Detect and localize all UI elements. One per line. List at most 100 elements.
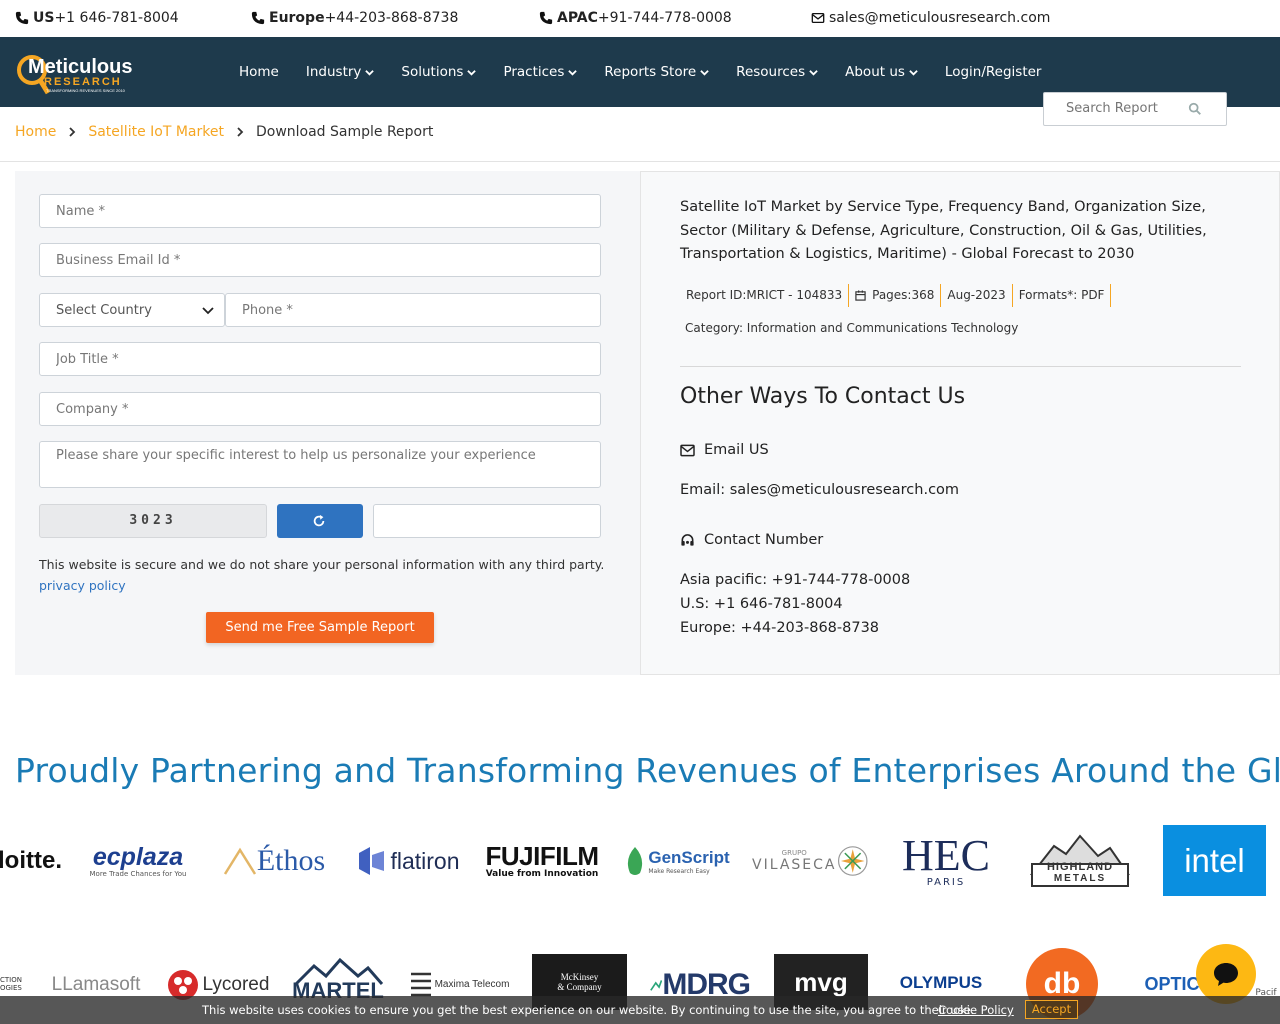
- email-us-label: Email US: [704, 442, 769, 458]
- nav-item-label: Industry: [305, 64, 362, 80]
- apac-label: APAC: [557, 10, 598, 26]
- report-id: Report ID:MRICT - 104833: [680, 284, 850, 307]
- vilaseca-star-icon: [837, 846, 868, 876]
- nav-item-label: Login/Register: [944, 64, 1042, 80]
- nav-item-label: Practices: [503, 64, 565, 80]
- contact-heading: Other Ways To Contact Us: [680, 384, 966, 409]
- nav-item-industry[interactable]: Industry: [306, 64, 375, 80]
- cookie-policy-link[interactable]: Cookie Policy: [938, 1003, 1014, 1017]
- breadcrumb-market[interactable]: Satellite IoT Market: [88, 124, 224, 140]
- contact-number-label: Contact Number: [704, 532, 824, 548]
- contact-asia[interactable]: Asia pacific: +91-744-778-0008: [680, 572, 910, 588]
- partner-logo-intel: intel: [1163, 825, 1266, 896]
- nav-item-label: Resources: [736, 64, 806, 80]
- contact-us[interactable]: U.S: +1 646-781-8004: [680, 596, 843, 612]
- search-report-box[interactable]: [1043, 92, 1227, 126]
- phone-icon: [15, 11, 29, 25]
- nav-item-label: Reports Store: [604, 64, 697, 80]
- report-meta: Report ID:MRICT - 104833 Pages:368 Aug-2…: [680, 284, 1112, 307]
- partners-title: Proudly Partnering and Transforming Reve…: [15, 751, 1280, 790]
- logo-name: Meticulous: [28, 56, 132, 78]
- headset-icon: [681, 533, 694, 546]
- report-title: Satellite IoT Market by Service Type, Fr…: [680, 199, 1207, 262]
- partner-logo-hec: HEC PARIS: [902, 830, 990, 888]
- europe-phone-number: +44-203-868-8738: [324, 10, 459, 26]
- chevron-down-icon: [467, 69, 477, 76]
- top-email-text: sales@meticulousresearch.com: [829, 10, 1051, 26]
- logo-tagline: TRANSFORMING REVENUES SINCE 2010: [46, 88, 126, 93]
- contact-email[interactable]: Email: sales@meticulousresearch.com: [680, 482, 959, 498]
- ethos-mark-icon: [223, 847, 256, 875]
- nav-item-reports-store[interactable]: Reports Store: [604, 64, 709, 80]
- us-phone-number: +1 646-781-8004: [54, 10, 179, 26]
- country-select[interactable]: Select Country: [39, 293, 225, 327]
- search-input[interactable]: [1066, 101, 1186, 116]
- top-contact-bar: US +1 646-781-8004 Europe +44-203-868-8738…: [0, 0, 1280, 37]
- interest-textarea[interactable]: [39, 441, 601, 488]
- top-email[interactable]: sales@meticulousresearch.com: [811, 10, 1050, 26]
- nav-item-label: Home: [239, 64, 279, 80]
- nav-item-solutions[interactable]: Solutions: [401, 64, 477, 80]
- logo-sub: RESEARCH: [44, 76, 122, 88]
- chevron-down-icon: [365, 69, 375, 76]
- nav-item-resources[interactable]: Resources: [736, 64, 818, 80]
- genscript-mark-icon: [628, 847, 643, 875]
- breadcrumb-home[interactable]: Home: [15, 124, 56, 140]
- refresh-icon: [313, 514, 325, 527]
- partner-logo-partial-left: CTION OGIES: [0, 976, 22, 992]
- phone-icon: [251, 11, 265, 25]
- report-date: Aug-2023: [941, 284, 1013, 307]
- captcha-input[interactable]: [373, 504, 601, 538]
- report-category: Category: Information and Communications…: [685, 321, 1019, 335]
- cookie-text: This website uses cookies to ensure you …: [202, 1003, 975, 1017]
- report-formats: Formats*: PDF: [1013, 284, 1112, 307]
- chevron-down-icon: [202, 307, 214, 315]
- breadcrumb-divider: [0, 161, 1280, 162]
- report-info-panel: Satellite IoT Market by Service Type, Fr…: [640, 171, 1280, 675]
- email-field[interactable]: [39, 243, 601, 277]
- nav-item-label: Solutions: [401, 64, 464, 80]
- nav-item-label: About us: [845, 64, 905, 80]
- send-sample-report-button[interactable]: Send me Free Sample Report: [206, 612, 434, 643]
- nav-item-login-register[interactable]: Login/Register: [945, 64, 1042, 80]
- captcha-code: 3023: [39, 504, 267, 538]
- partner-logo-highland-metals: HIGHLAND METALS: [1024, 829, 1136, 893]
- us-phone[interactable]: US +1 646-781-8004: [15, 10, 179, 26]
- europe-phone[interactable]: Europe +44-203-868-8738: [251, 10, 458, 26]
- search-icon[interactable]: [1188, 102, 1202, 116]
- partner-logo-fujifilm: FUJIFILM Value from Innovation: [485, 841, 600, 879]
- europe-label: Europe: [269, 10, 325, 26]
- nav-item-about-us[interactable]: About us: [845, 64, 918, 80]
- meticulous-logo[interactable]: Meticulous RESEARCH TRANSFORMING REVENUE…: [16, 47, 146, 99]
- captcha-refresh-button[interactable]: [277, 504, 363, 538]
- partner-logo-genscript: GenScript Make Research Easy: [620, 841, 732, 881]
- envelope-icon: [811, 12, 825, 24]
- job-title-field[interactable]: [39, 342, 601, 376]
- apac-phone-number: +91-744-778-0008: [597, 10, 732, 26]
- phone-field[interactable]: [225, 293, 601, 327]
- name-field[interactable]: [39, 194, 601, 228]
- country-select-value: Select Country: [56, 303, 152, 318]
- logo-mark: Meticulous RESEARCH TRANSFORMING REVENUE…: [17, 55, 132, 95]
- partner-logos-row-1: loitte. ecplaza More Trade Chances for Y…: [0, 825, 1280, 897]
- contact-europe[interactable]: Europe: +44-203-868-8738: [680, 620, 879, 636]
- flatiron-mark-icon: [359, 847, 385, 875]
- apac-phone[interactable]: APAC +91-744-778-0008: [539, 10, 732, 26]
- partner-logo-ecplaza: ecplaza More Trade Chances for You: [89, 843, 187, 878]
- chevron-down-icon: [568, 69, 578, 76]
- privacy-policy-link[interactable]: privacy policy: [39, 578, 126, 593]
- nav-item-practices[interactable]: Practices: [503, 64, 578, 80]
- chat-button[interactable]: [1196, 944, 1256, 1004]
- chevron-down-icon: [909, 69, 918, 76]
- envelope-icon: [680, 444, 695, 456]
- cookie-consent-bar: This website uses cookies to ensure you …: [0, 996, 1280, 1024]
- nav-menu: Home Industry Solutions Practices Reports St…: [239, 64, 1068, 80]
- section-divider: [680, 366, 1241, 367]
- breadcrumb-current: Download Sample Report: [255, 124, 434, 140]
- company-field[interactable]: [39, 392, 601, 426]
- sample-request-form: Select Country 3023 This website is secu…: [15, 171, 640, 675]
- cookie-accept-button[interactable]: Accept: [1025, 1000, 1078, 1019]
- nav-item-home[interactable]: Home: [239, 64, 279, 80]
- phone-icon: [539, 11, 553, 25]
- chevron-right-icon: [69, 127, 76, 137]
